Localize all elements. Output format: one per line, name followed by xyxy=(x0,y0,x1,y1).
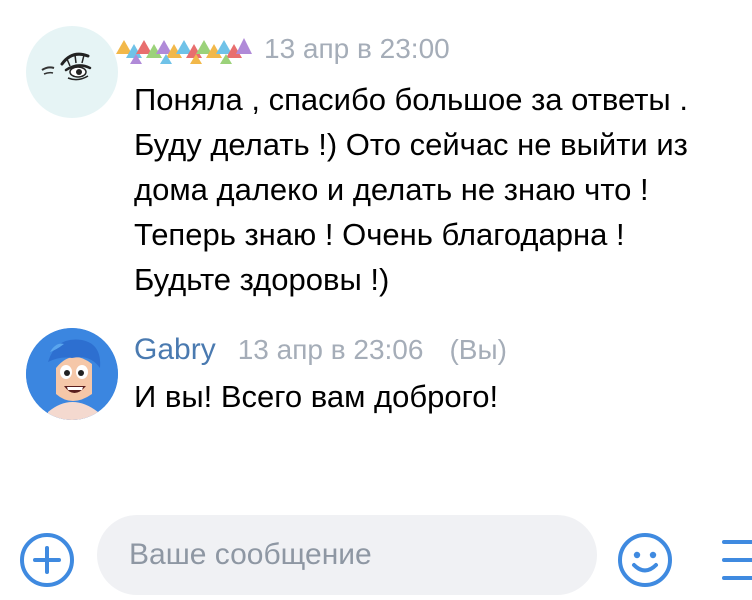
menu-button[interactable] xyxy=(718,532,752,588)
avatar[interactable] xyxy=(26,328,118,420)
you-tag: (Вы) xyxy=(449,334,507,365)
message-composer: Ваше сообщение xyxy=(0,510,752,600)
smiley-icon xyxy=(618,533,672,587)
message-header: Gabry 13 апр в 23:06 (Вы) xyxy=(134,330,507,370)
message-item: Gabry 13 апр в 23:06 (Вы) И вы! Всего ва… xyxy=(0,310,752,440)
message-text: И вы! Всего вам доброго! xyxy=(134,374,498,419)
message-line: Поняла , спасибо большое за ответы . xyxy=(134,82,688,117)
message-header: 13 апр в 23:00 xyxy=(116,29,450,69)
avatar[interactable] xyxy=(26,26,118,118)
message-line: Буду делать !) Ото сейчас не выйти из xyxy=(134,127,688,162)
attach-button[interactable] xyxy=(17,530,77,590)
drawn-eye-avatar-icon xyxy=(41,52,92,81)
decorative-name-pattern[interactable] xyxy=(116,32,254,66)
menu-icon xyxy=(722,540,752,580)
message-line: Будьте здоровы !) xyxy=(134,262,390,297)
plus-circle-icon xyxy=(20,533,74,587)
message-line: И вы! Всего вам доброго! xyxy=(134,379,499,414)
message-text: Поняла , спасибо большое за ответы . Буд… xyxy=(134,77,688,302)
sender-name[interactable]: Gabry xyxy=(134,333,216,367)
message-line: Теперь знаю ! Очень благодарна ! xyxy=(134,217,625,252)
message-input-placeholder: Ваше сообщение xyxy=(129,538,372,571)
message-input[interactable]: Ваше сообщение xyxy=(97,515,597,595)
message-line: дома далеко и делать не знаю что ! xyxy=(134,172,649,207)
message-item: 13 апр в 23:00 Поняла , спасибо большое … xyxy=(0,0,752,310)
cartoon-character-avatar-icon xyxy=(26,328,118,420)
message-time: 13 апр в 23:00 xyxy=(264,33,450,64)
message-time: 13 апр в 23:06 xyxy=(237,334,424,365)
emoji-button[interactable] xyxy=(615,530,675,590)
